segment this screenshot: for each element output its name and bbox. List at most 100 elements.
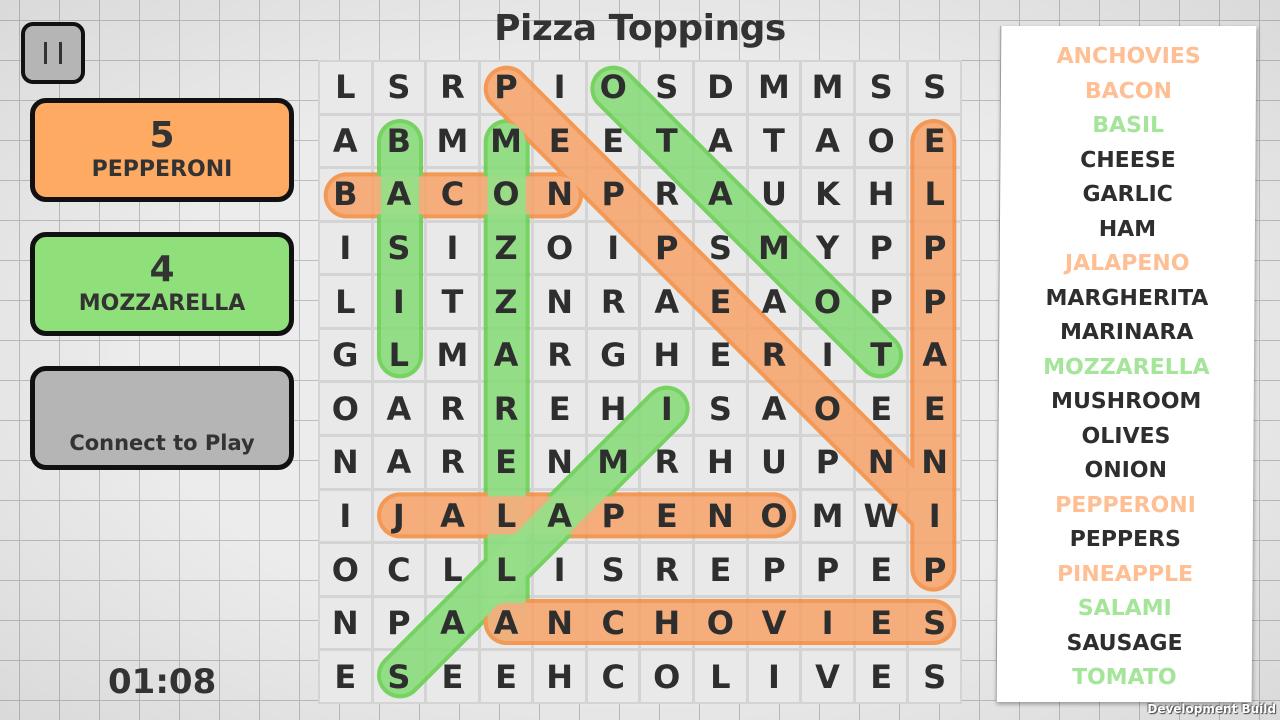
grid-cell[interactable] — [480, 383, 532, 435]
grid-cell[interactable] — [587, 383, 639, 435]
grid-cell[interactable] — [909, 276, 960, 327]
grid-cell[interactable] — [695, 544, 746, 595]
grid-cell[interactable] — [320, 115, 371, 167]
grid-cell[interactable] — [373, 62, 425, 113]
grid-cell[interactable] — [320, 651, 371, 702]
grid-cell[interactable] — [480, 329, 532, 381]
grid-cell[interactable] — [427, 490, 478, 542]
grid-cell[interactable] — [587, 490, 639, 542]
grid-cell[interactable] — [748, 490, 800, 542]
grid-cell[interactable] — [695, 597, 746, 649]
grid-cell[interactable] — [534, 651, 585, 702]
grid-cell[interactable] — [802, 544, 853, 595]
grid-cell[interactable] — [534, 490, 585, 542]
grid-cell[interactable] — [480, 62, 532, 113]
grid-cell[interactable] — [534, 383, 585, 435]
grid-cell[interactable] — [909, 490, 960, 542]
grid-cell[interactable] — [427, 544, 478, 595]
grid-cell[interactable] — [427, 115, 478, 167]
grid-cell[interactable] — [909, 437, 960, 488]
grid-cell[interactable] — [641, 169, 693, 220]
grid-cell[interactable] — [641, 276, 693, 327]
grid-cell[interactable] — [909, 62, 960, 113]
grid-cell[interactable] — [909, 329, 960, 381]
grid-cell[interactable] — [534, 62, 585, 113]
grid-cell[interactable] — [587, 329, 639, 381]
grid-cell[interactable] — [534, 276, 585, 327]
grid-cell[interactable] — [373, 651, 425, 702]
grid-cell[interactable] — [373, 383, 425, 435]
grid-cell[interactable] — [373, 490, 425, 542]
grid-cell[interactable] — [695, 329, 746, 381]
grid-cell[interactable] — [748, 329, 800, 381]
grid-cell[interactable] — [695, 169, 746, 220]
grid-cell[interactable] — [480, 544, 532, 595]
grid-cell[interactable] — [909, 544, 960, 595]
grid-cell[interactable] — [855, 169, 907, 220]
grid-cell[interactable] — [587, 222, 639, 274]
grid-cell[interactable] — [427, 169, 478, 220]
grid-cell[interactable] — [748, 169, 800, 220]
grid-cell[interactable] — [320, 437, 371, 488]
grid-cell[interactable] — [802, 490, 853, 542]
grid-cell[interactable] — [587, 544, 639, 595]
grid-cell[interactable] — [534, 115, 585, 167]
grid-cell[interactable] — [534, 329, 585, 381]
grid-cell[interactable] — [855, 383, 907, 435]
grid-cell[interactable] — [373, 544, 425, 595]
grid-cell[interactable] — [855, 597, 907, 649]
grid-cell[interactable] — [909, 651, 960, 702]
grid-cell[interactable] — [373, 437, 425, 488]
grid-cell[interactable] — [480, 276, 532, 327]
grid-cell[interactable] — [855, 437, 907, 488]
grid-cell[interactable] — [587, 276, 639, 327]
grid-cell[interactable] — [373, 222, 425, 274]
grid-cell[interactable] — [802, 62, 853, 113]
grid-cell[interactable] — [695, 62, 746, 113]
grid-cell[interactable] — [534, 544, 585, 595]
grid-cell[interactable] — [641, 222, 693, 274]
grid-cell[interactable] — [587, 115, 639, 167]
grid-cell[interactable] — [587, 437, 639, 488]
grid-cell[interactable] — [320, 490, 371, 542]
grid-cell[interactable] — [909, 169, 960, 220]
connect-to-play-button[interactable]: Connect to Play — [30, 366, 294, 470]
grid-cell[interactable] — [427, 597, 478, 649]
grid-cell[interactable] — [480, 169, 532, 220]
grid-cell[interactable] — [748, 597, 800, 649]
grid-cell[interactable] — [695, 651, 746, 702]
grid-cell[interactable] — [641, 62, 693, 113]
grid-cell[interactable] — [802, 597, 853, 649]
grid-cell[interactable] — [480, 651, 532, 702]
grid-cell[interactable] — [748, 115, 800, 167]
grid-cell[interactable] — [748, 544, 800, 595]
grid-cell[interactable] — [802, 115, 853, 167]
grid-cell[interactable] — [320, 597, 371, 649]
grid-cell[interactable] — [802, 651, 853, 702]
grid-cell[interactable] — [802, 383, 853, 435]
grid-cell[interactable] — [587, 169, 639, 220]
grid-cell[interactable] — [373, 276, 425, 327]
grid-cell[interactable] — [534, 437, 585, 488]
grid-cell[interactable] — [855, 222, 907, 274]
grid-cell[interactable] — [320, 222, 371, 274]
grid-cell[interactable] — [909, 115, 960, 167]
grid-cell[interactable] — [748, 222, 800, 274]
grid-cell[interactable] — [427, 222, 478, 274]
grid-cell[interactable] — [427, 62, 478, 113]
grid-cell[interactable] — [320, 544, 371, 595]
grid-cell[interactable] — [695, 383, 746, 435]
grid-cell[interactable] — [802, 276, 853, 327]
grid-cell[interactable] — [855, 62, 907, 113]
grid-cell[interactable] — [748, 62, 800, 113]
grid-cell[interactable] — [641, 490, 693, 542]
grid-cell[interactable] — [427, 276, 478, 327]
grid-cell[interactable] — [855, 115, 907, 167]
grid-cell[interactable] — [748, 276, 800, 327]
grid-cell[interactable] — [802, 437, 853, 488]
grid-cell[interactable] — [427, 383, 478, 435]
grid-cell[interactable] — [373, 169, 425, 220]
grid-cell[interactable] — [480, 597, 532, 649]
grid-cell[interactable] — [855, 276, 907, 327]
grid-cell[interactable] — [909, 597, 960, 649]
